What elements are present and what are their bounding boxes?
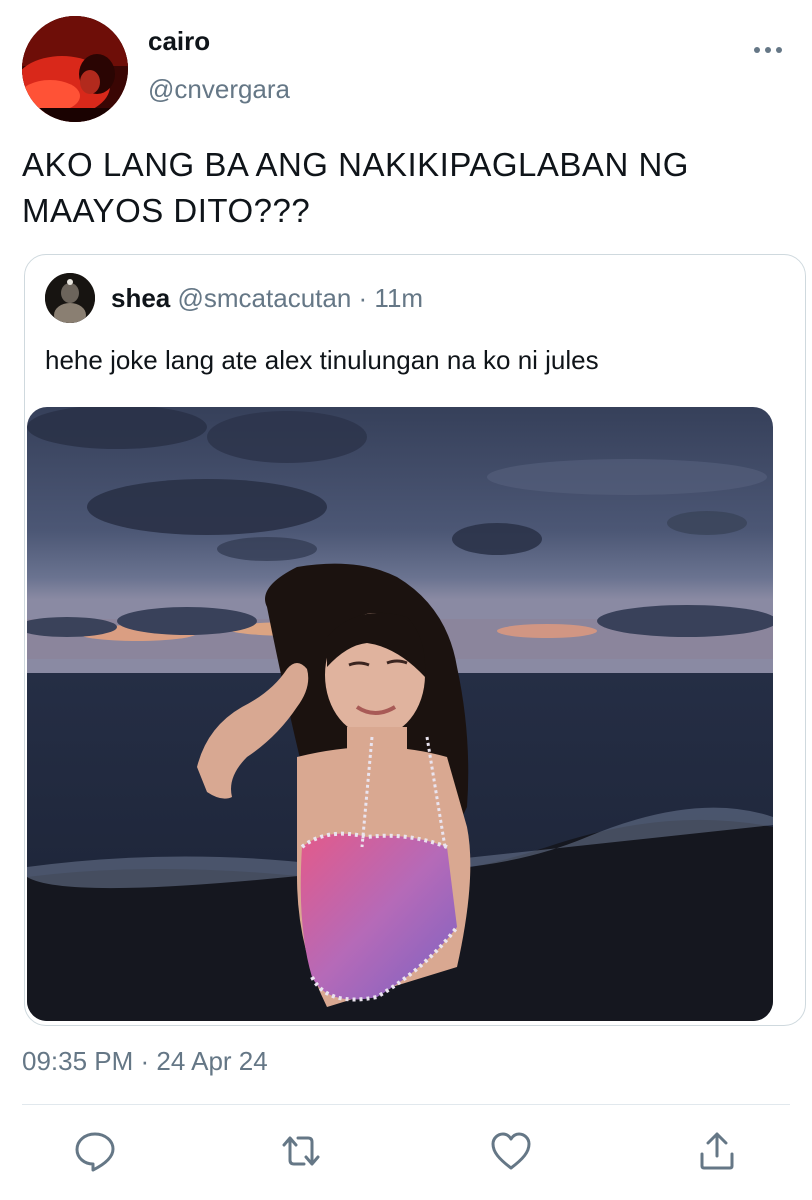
quoted-header: shea @smcatacutan · 11m	[111, 279, 423, 317]
author-handle[interactable]: @cnvergara	[148, 70, 290, 108]
quoted-photo[interactable]	[27, 407, 773, 1021]
action-bar	[0, 1128, 812, 1178]
quoted-author-name[interactable]: shea	[111, 283, 170, 313]
ellipsis-icon[interactable]	[754, 36, 782, 64]
tweet-card: cairo @cnvergara AKO LANG BA ANG NAKIKIP…	[0, 0, 812, 1200]
retweet-icon[interactable]	[278, 1128, 324, 1174]
quoted-tweet[interactable]: shea @smcatacutan · 11m hehe joke lang a…	[24, 254, 806, 1026]
quoted-time[interactable]: 11m	[374, 283, 423, 313]
author-avatar[interactable]	[22, 16, 128, 122]
tweet-timestamp[interactable]: 09:35 PM · 24 Apr 24	[22, 1042, 268, 1080]
quoted-author-handle[interactable]: @smcatacutan	[178, 283, 352, 313]
quoted-separator: ·	[351, 283, 375, 313]
tweet-text: AKO LANG BA ANG NAKIKIPAGLABAN NG MAAYOS…	[22, 146, 689, 229]
quoted-text: hehe joke lang ate alex tinulungan na ko…	[45, 345, 599, 375]
share-icon[interactable]	[694, 1128, 740, 1174]
quoted-author-avatar[interactable]	[45, 273, 95, 323]
divider	[22, 1104, 790, 1105]
author-name[interactable]: cairo	[148, 22, 290, 60]
author-block: cairo @cnvergara	[148, 22, 290, 108]
like-icon[interactable]	[488, 1128, 534, 1174]
reply-icon[interactable]	[72, 1128, 118, 1174]
